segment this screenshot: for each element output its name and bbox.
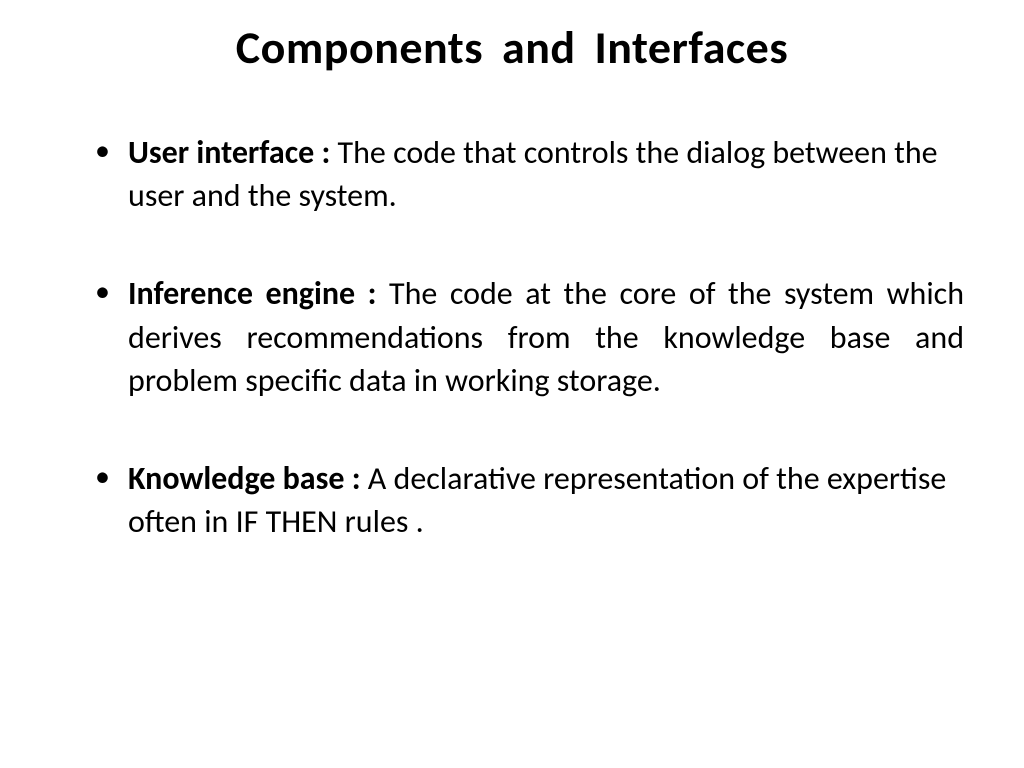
list-item: User interface : The code that controls … bbox=[100, 131, 964, 217]
bullet-term: Knowledge base : bbox=[128, 459, 368, 498]
slide-title: Components and Interfaces bbox=[60, 20, 964, 76]
list-item: Inference engine : The code at the core … bbox=[100, 272, 964, 402]
bullet-term: User interface : bbox=[128, 133, 338, 172]
bullet-term: Inference engine : bbox=[128, 274, 389, 313]
list-item: Knowledge base : A declarative represent… bbox=[100, 457, 964, 543]
bullet-list: User interface : The code that controls … bbox=[60, 131, 964, 543]
